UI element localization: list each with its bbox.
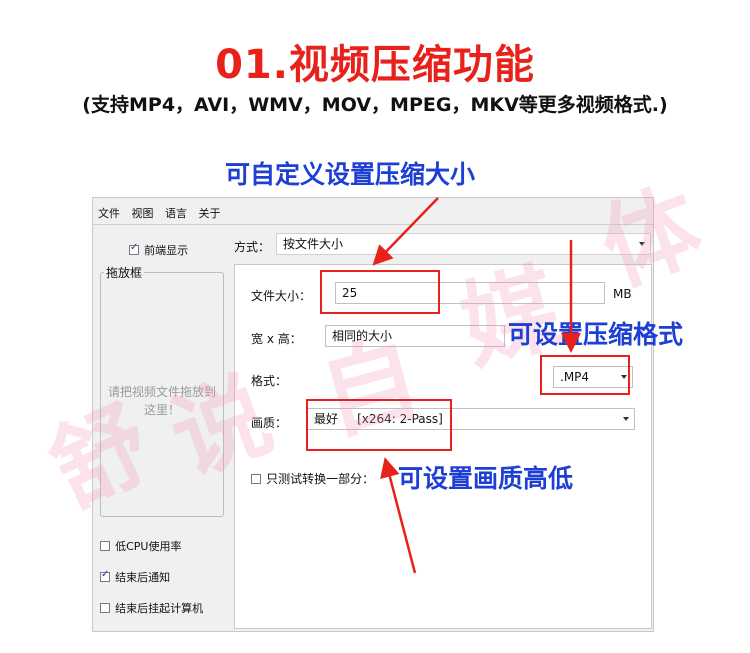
arrow-quality: [380, 457, 417, 574]
annotation-arrows: [372, 197, 581, 574]
arrow-size: [372, 197, 439, 266]
